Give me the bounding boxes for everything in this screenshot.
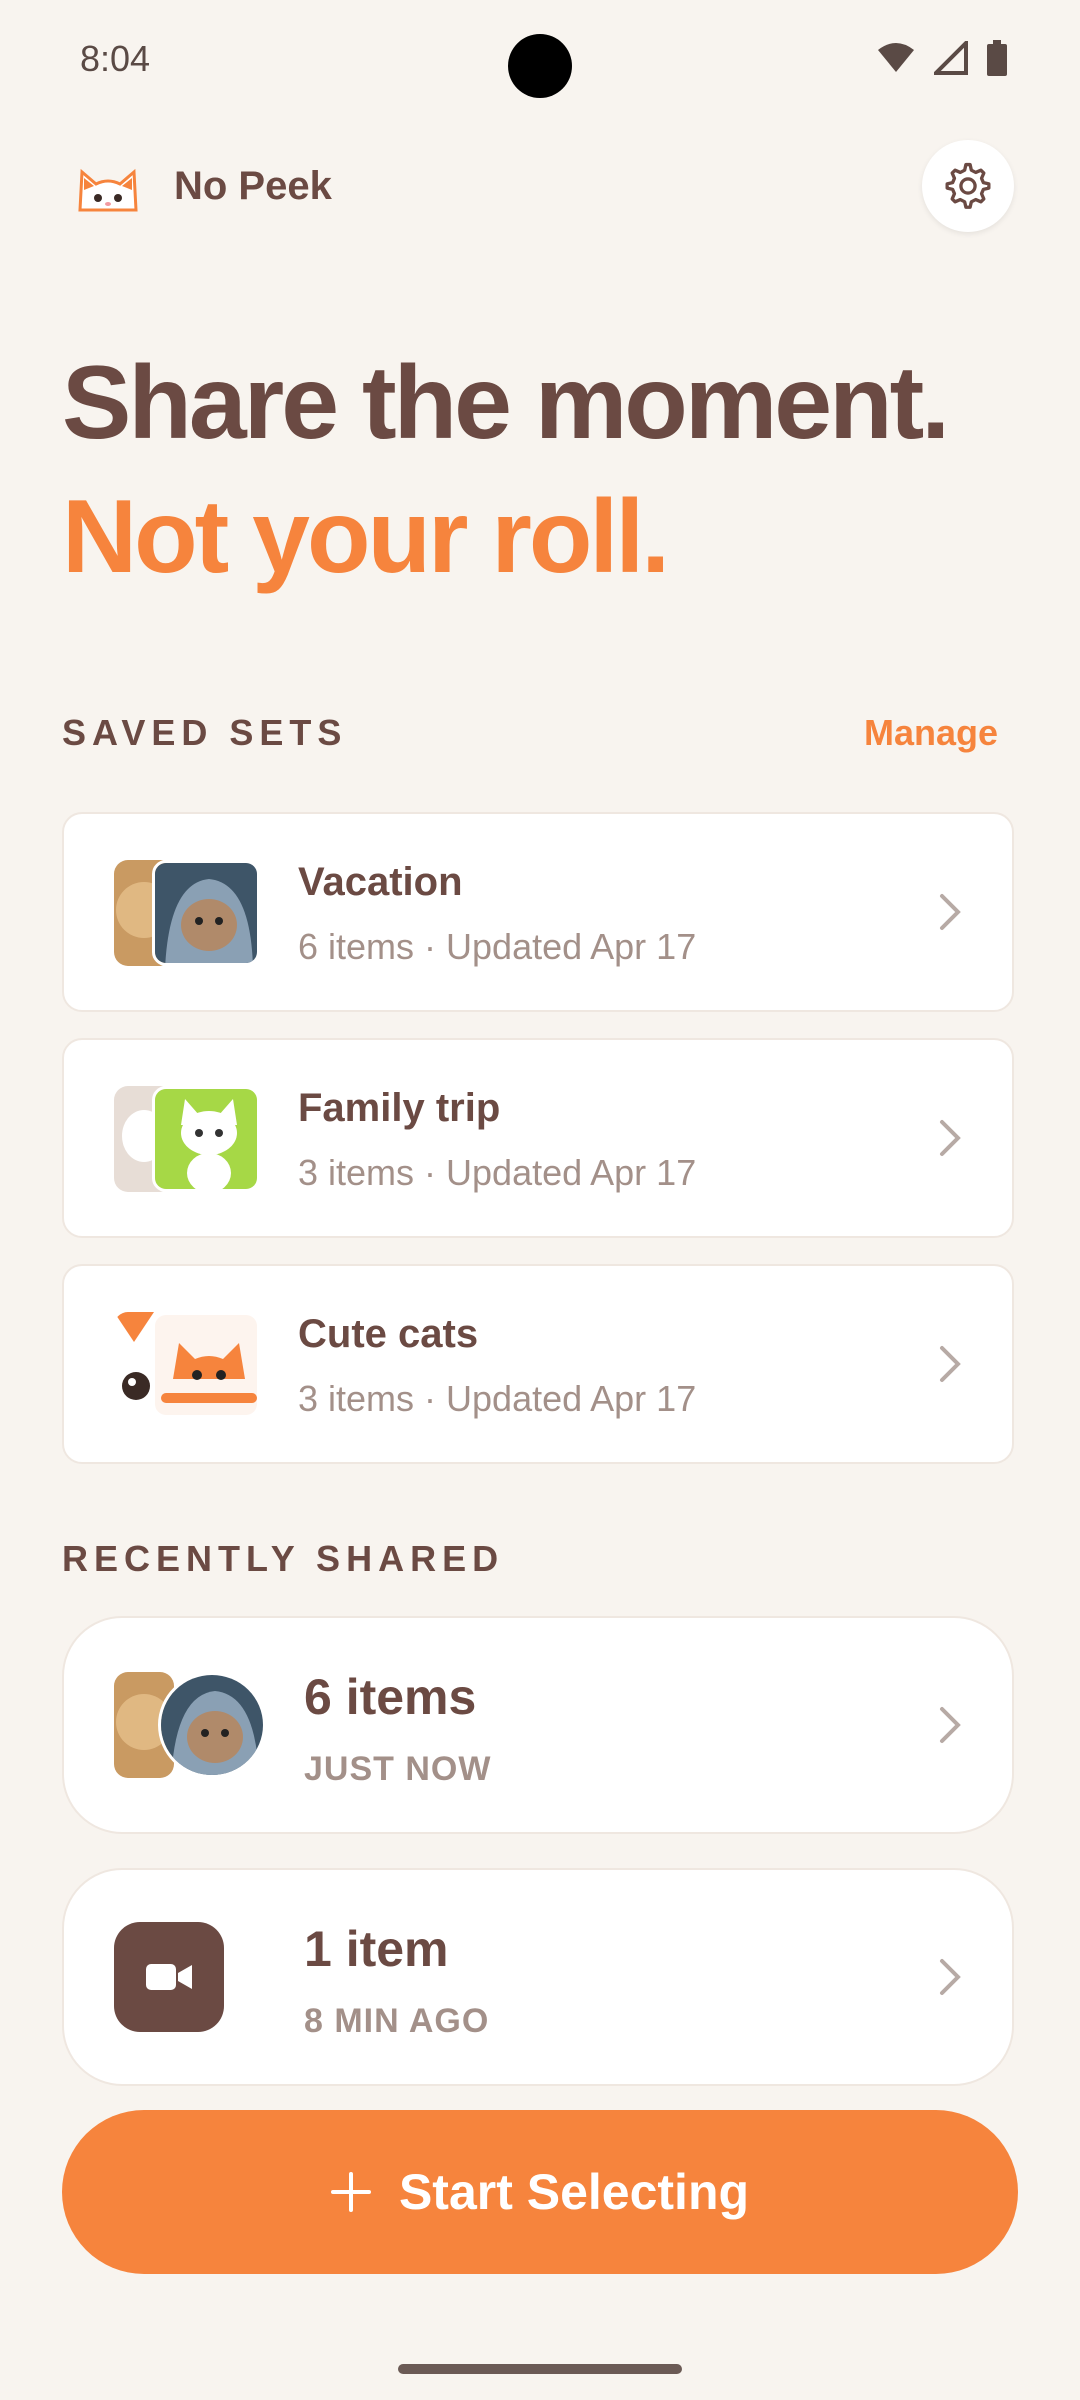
settings-button[interactable] [922, 140, 1014, 232]
set-thumbnail-stack [114, 1312, 264, 1418]
recent-title: 6 items [304, 1669, 477, 1725]
thumbnail-front [152, 1312, 260, 1418]
recently-shared-title: RECENTLY SHARED [62, 1538, 505, 1579]
saved-sets-title: SAVED SETS [62, 712, 348, 753]
set-meta: 3 items · Updated Apr 17 [298, 1378, 697, 1419]
status-time: 8:04 [80, 38, 151, 79]
app-header: No Peek [62, 140, 1014, 234]
set-meta: 3 items · Updated Apr 17 [298, 1152, 697, 1193]
hero-headline: Share the moment. Not your roll. [62, 336, 1042, 604]
set-thumbnail-stack [114, 1086, 264, 1192]
recent-share-1[interactable]: 6 items JUST NOW [62, 1616, 1014, 1834]
manage-button[interactable]: Manage [864, 712, 998, 754]
camera-cutout [508, 34, 572, 98]
recently-shared-header: RECENTLY SHARED [62, 1538, 1018, 1588]
start-selecting-label: Start Selecting [398, 2164, 750, 2220]
video-thumbnail [114, 1922, 224, 2032]
saved-set-vacation[interactable]: Vacation 6 items · Updated Apr 17 [62, 812, 1014, 1012]
recent-share-2[interactable]: 1 item 8 MIN AGO [62, 1868, 1014, 2086]
recent-time: JUST NOW [304, 1750, 492, 1788]
set-meta: 6 items · Updated Apr 17 [298, 926, 697, 967]
chevron-right-icon [940, 1120, 961, 1156]
saved-set-family-trip[interactable]: Family trip 3 items · Updated Apr 17 [62, 1038, 1014, 1238]
recent-thumbnail-stack [114, 1672, 266, 1778]
saved-set-cute-cats[interactable]: Cute cats 3 items · Updated Apr 17 [62, 1264, 1014, 1464]
wifi-icon [878, 43, 914, 72]
home-indicator[interactable] [398, 2364, 682, 2374]
recent-time: 8 MIN AGO [304, 2002, 490, 2040]
set-thumbnail-stack [114, 860, 264, 966]
chevron-right-icon [940, 1707, 961, 1743]
battery-icon [987, 40, 1007, 76]
gear-icon [945, 162, 991, 209]
set-title: Vacation [298, 860, 463, 904]
hero-line-2: Not your roll. [62, 479, 670, 595]
status-bar: 8:04 [0, 0, 1080, 116]
chevron-right-icon [940, 1959, 961, 1995]
recent-title: 1 item [304, 1921, 449, 1977]
hero-line-1: Share the moment. [62, 345, 950, 461]
app-name: No Peek [174, 164, 332, 208]
status-icons [876, 40, 1008, 76]
start-selecting-button[interactable]: Start Selecting [62, 2110, 1018, 2274]
cat-logo-icon [78, 168, 138, 212]
chevron-right-icon [940, 1346, 961, 1382]
plus-icon [330, 2172, 371, 2212]
chevron-right-icon [940, 894, 961, 930]
set-title: Family trip [298, 1086, 501, 1130]
signal-icon [934, 41, 968, 75]
thumbnail-front [158, 1672, 266, 1778]
saved-sets-header: SAVED SETS Manage [62, 712, 1018, 762]
thumbnail-front [152, 1086, 260, 1192]
video-camera-icon [146, 1964, 192, 1990]
thumbnail-front [152, 860, 260, 966]
set-title: Cute cats [298, 1312, 479, 1356]
